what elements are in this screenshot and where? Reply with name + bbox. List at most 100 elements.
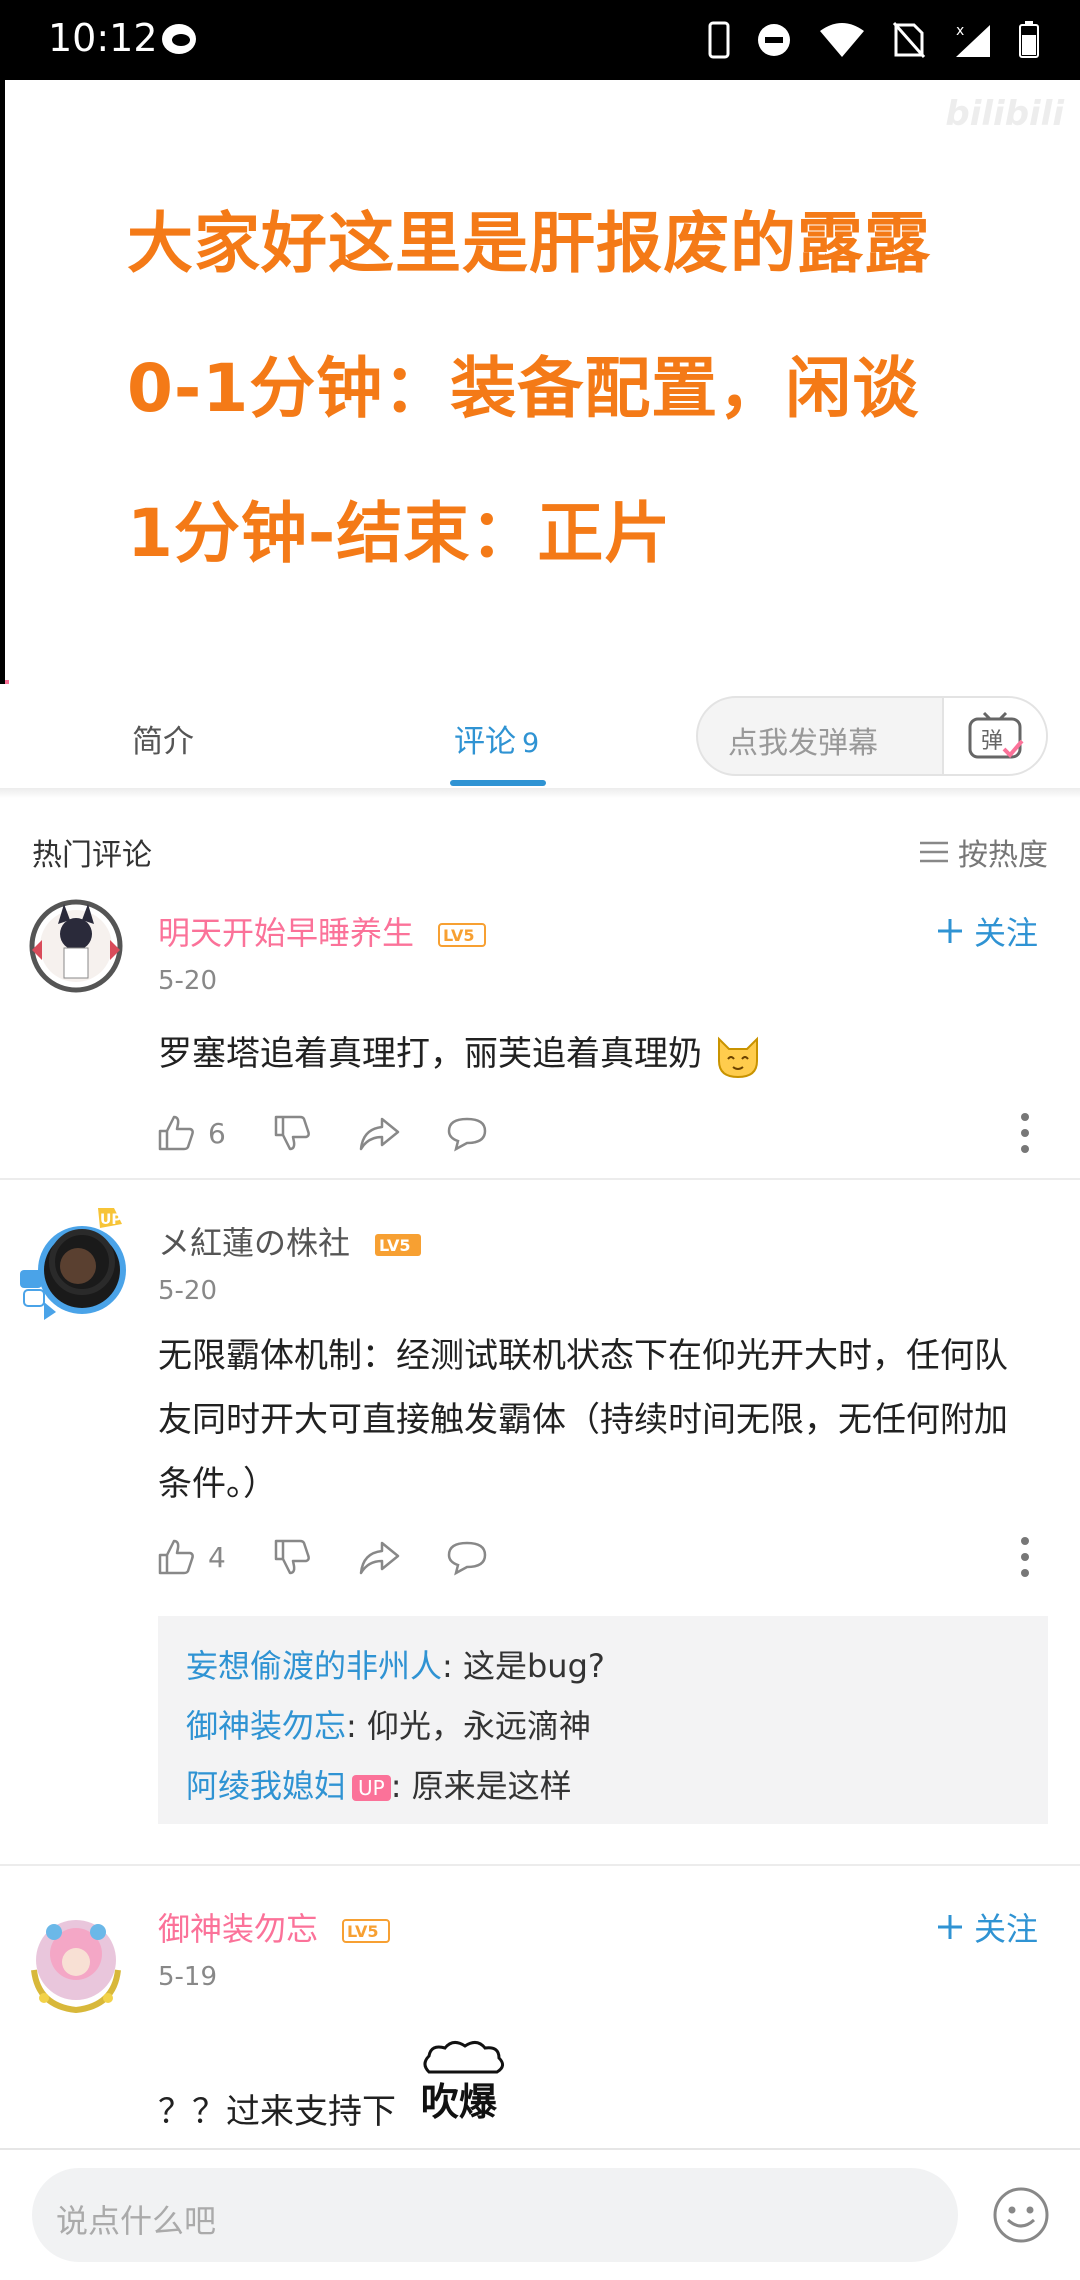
avatar[interactable]	[24, 1910, 128, 2014]
sticker-text: 吹爆	[420, 2080, 497, 2124]
comment-username[interactable]: 御神装勿忘 LV5	[158, 1904, 391, 1950]
no-sim-icon	[892, 22, 926, 58]
comment-bubble-icon	[447, 1117, 487, 1152]
battery-icon	[1019, 21, 1039, 58]
svg-text:LV5: LV5	[347, 1922, 379, 1941]
status-time: 10:12	[48, 16, 158, 60]
share-button[interactable]	[358, 1537, 400, 1577]
more-options-icon[interactable]	[1020, 1536, 1030, 1578]
follow-label: 关注	[973, 1910, 1038, 1948]
comment-actions: 6	[156, 1108, 534, 1158]
tab-intro[interactable]: 简介	[132, 716, 194, 761]
sort-label: 按热度	[958, 838, 1048, 873]
plus-icon	[937, 919, 962, 943]
comments-header: 热门评论 按热度	[32, 826, 1048, 876]
danmaku-toggle-button[interactable]: 弹	[942, 698, 1046, 774]
comment-date: 5-20	[158, 966, 218, 996]
divider	[0, 788, 1080, 798]
comment-date: 5-20	[158, 1276, 218, 1306]
svg-text:UP: UP	[100, 1212, 122, 1228]
comment-separator	[0, 1864, 1080, 1866]
level-badge: LV5	[342, 1919, 391, 1943]
comment-text: ？？过来支持下	[158, 2092, 396, 2132]
reply-user[interactable]: 妄想偷渡的非州人	[186, 1647, 442, 1685]
dislike-button[interactable]	[272, 1537, 312, 1577]
reply-item: 御神装勿忘: 仰光，永远滴神	[186, 1696, 1020, 1756]
emoji-icon[interactable]	[992, 2186, 1050, 2244]
tab-bar: 简介 评论 9 点我发弹幕 弹	[0, 684, 1080, 788]
hot-comments-title: 热门评论	[32, 838, 152, 873]
sort-button[interactable]: 按热度	[920, 830, 1048, 874]
follow-label: 关注	[973, 914, 1038, 952]
cat-emoji-icon	[717, 1036, 758, 1078]
wifi-icon	[820, 23, 864, 57]
tab-comments[interactable]: 评论 9	[454, 716, 539, 761]
reply-preview[interactable]: 妄想偷渡的非州人: 这是bug? 御神装勿忘: 仰光，永远滴神 阿绫我媳妇 UP:…	[158, 1616, 1048, 1824]
comment-bubble-icon	[447, 1541, 487, 1576]
danmaku-btn-label: 弹	[981, 729, 1003, 754]
comments-count: 9	[522, 728, 540, 759]
level-badge: LV5	[438, 923, 487, 947]
reply-item: 妄想偷渡的非州人: 这是bug?	[186, 1636, 1020, 1696]
avatar[interactable]: UP	[16, 1204, 140, 1328]
comment-actions: 4	[156, 1532, 534, 1582]
vibrate-icon	[708, 21, 730, 59]
username-text: 御神装勿忘	[158, 1910, 319, 1948]
comment-input-placeholder: 说点什么吧	[56, 2202, 217, 2240]
tab-comments-label: 评论	[454, 724, 516, 760]
more-options-icon[interactable]	[1020, 1112, 1030, 1154]
comment-input[interactable]: 说点什么吧	[32, 2168, 958, 2262]
like-button[interactable]: 6	[156, 1113, 226, 1153]
status-bar: 10:12 x	[0, 0, 1080, 80]
share-icon	[359, 1117, 400, 1151]
thumbs-up-icon	[158, 1539, 194, 1575]
reply-user[interactable]: 阿绫我媳妇	[186, 1767, 346, 1805]
username-text: メ紅蓮の株社	[158, 1224, 351, 1262]
level-badge: LV5	[375, 1234, 422, 1256]
share-button[interactable]	[358, 1113, 400, 1153]
comment-content: 罗塞塔追着真理打，丽芙追着真理奶	[158, 1022, 1018, 1086]
follow-button[interactable]: 关注	[936, 908, 1038, 954]
plus-icon	[937, 1915, 962, 1939]
comment-item: UP メ紅蓮の株社 LV5 5-20 无限霸体机制：经测试联机状态下在仰光开大时…	[0, 1200, 1080, 1860]
like-count: 4	[208, 1540, 226, 1574]
comment-date: 5-19	[158, 1962, 218, 1992]
svg-text:LV5: LV5	[443, 926, 475, 945]
reply-button[interactable]	[446, 1113, 488, 1153]
comment-item: 御神装勿忘 LV5 5-19 关注 ？？过来支持下 吹爆	[0, 1886, 1080, 2148]
reply-user[interactable]: 御神装勿忘	[186, 1707, 346, 1745]
video-caption-line: 1分钟-结束：正片	[127, 495, 672, 572]
comment-username[interactable]: メ紅蓮の株社 LV5	[158, 1218, 422, 1264]
dislike-button[interactable]	[272, 1113, 312, 1153]
comment-content: 无限霸体机制：经测试联机状态下在仰光开大时，任何队友同时开大可直接触发霸体（持续…	[158, 1336, 1008, 1504]
like-count: 6	[208, 1116, 226, 1150]
reply-button[interactable]	[446, 1537, 488, 1577]
danmaku-input[interactable]: 点我发弹幕 弹	[696, 696, 1048, 776]
danmaku-icon: 弹	[968, 711, 1024, 759]
like-button[interactable]: 4	[156, 1537, 226, 1577]
danmaku-placeholder: 点我发弹幕	[728, 726, 878, 761]
notification-icon	[162, 24, 196, 54]
share-icon	[359, 1541, 400, 1575]
thumbs-down-icon	[274, 1115, 310, 1151]
up-badge: UP	[352, 1775, 391, 1801]
comment-input-bar: 说点什么吧	[0, 2148, 1080, 2280]
bilibili-watermark: bilibili	[945, 94, 1064, 134]
svg-text:LV5: LV5	[379, 1236, 411, 1255]
avatar[interactable]	[24, 890, 128, 994]
reply-text: : 原来是这样	[390, 1767, 572, 1805]
video-caption-line: 大家好这里是肝报废的露露	[127, 205, 931, 282]
video-player[interactable]: bilibili 大家好这里是肝报废的露露 0-1分钟：装备配置，闲谈 1分钟-…	[0, 80, 1080, 684]
reply-text: : 这是bug?	[442, 1647, 605, 1685]
thumbs-up-icon	[158, 1115, 194, 1151]
signal-icon: x	[956, 23, 990, 57]
comment-content: ？？过来支持下 吹爆	[158, 2041, 1018, 2144]
video-caption-line: 0-1分钟：装备配置，闲谈	[127, 350, 920, 427]
comment-username[interactable]: 明天开始早睡养生 LV5	[158, 908, 487, 954]
list-icon	[920, 841, 948, 863]
follow-button[interactable]: 关注	[936, 1904, 1038, 1950]
comment-text: 罗塞塔追着真理打，丽芙追着真理奶	[158, 1034, 702, 1074]
dnd-icon	[758, 24, 790, 56]
thumbs-down-icon	[274, 1539, 310, 1575]
sticker: 吹爆	[419, 2041, 509, 2144]
